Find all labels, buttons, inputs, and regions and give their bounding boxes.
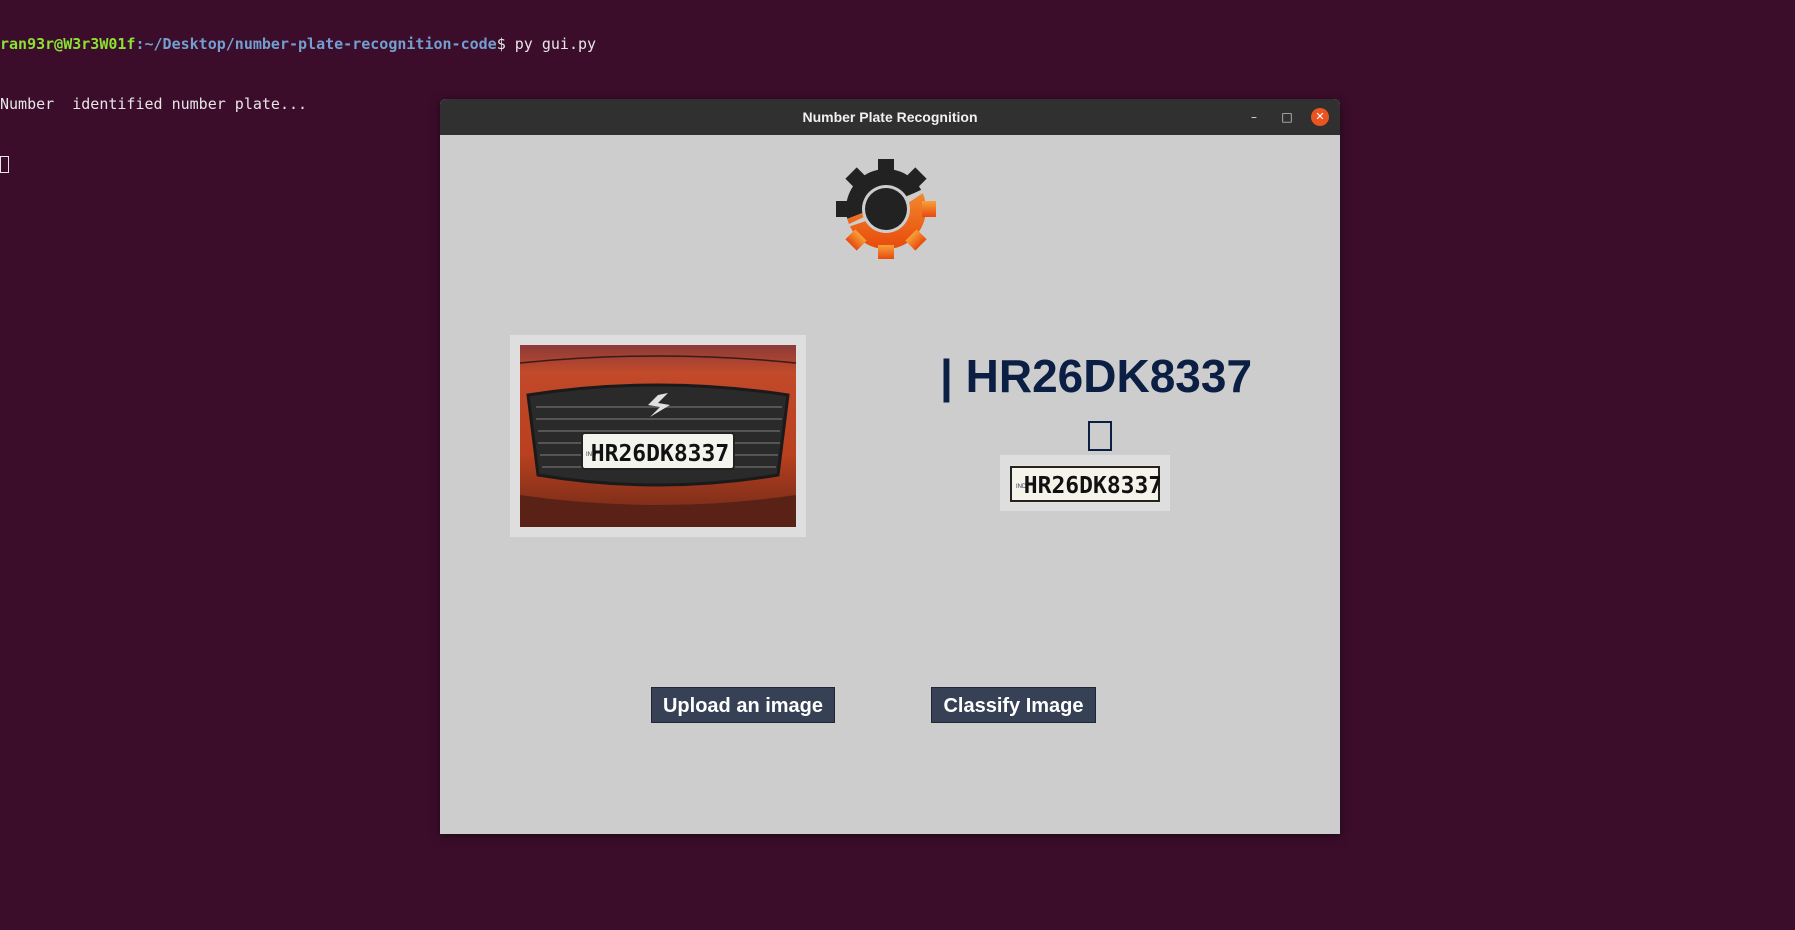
crop-plate-text: HR26DK8337 [1024,473,1160,499]
classify-image-button[interactable]: Classify Image [931,687,1096,723]
recognized-plate-text: | HR26DK8337 [940,350,1253,402]
maximize-button[interactable]: □ [1278,108,1296,126]
uploaded-image-frame: IND HR26DK8337 [510,335,806,537]
car-photo: IND HR26DK8337 [520,345,796,527]
upload-image-button[interactable]: Upload an image [651,687,835,723]
prompt-command: $ py gui.py [496,35,597,53]
gear-logo-icon [830,159,944,259]
plate-crop-image: IND HR26DK8337 [1010,465,1160,503]
prompt-user: ran93r@W3r3W01f [0,35,136,53]
terminal-cursor [0,156,9,173]
terminal-prompt-line: ran93r@W3r3W01f:~/Desktop/number-plate-r… [0,34,596,54]
window-title: Number Plate Recognition [802,109,978,125]
plate-crop-frame: IND HR26DK8337 [1000,455,1170,511]
close-button[interactable]: ✕ [1311,108,1329,126]
window-titlebar[interactable]: Number Plate Recognition – □ ✕ [440,99,1340,135]
minimize-button[interactable]: – [1245,108,1263,126]
unknown-glyph-box [1088,421,1112,451]
prompt-path: :~/Desktop/number-plate-recognition-code [135,35,497,53]
photo-plate-text: HR26DK8337 [591,441,729,467]
app-window: Number Plate Recognition – □ ✕ IND HR26D… [440,99,1340,834]
